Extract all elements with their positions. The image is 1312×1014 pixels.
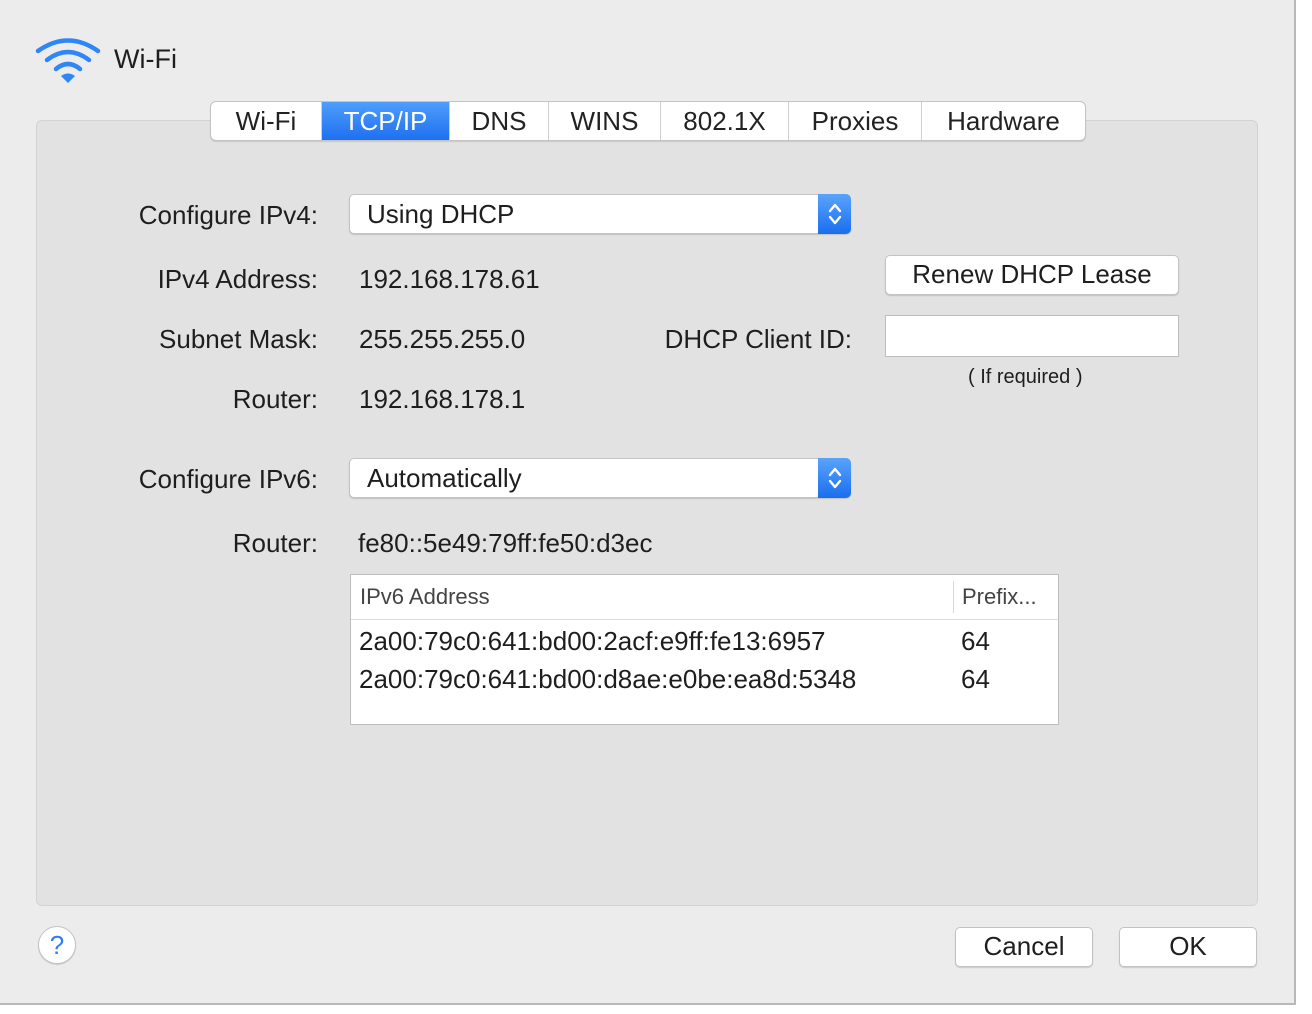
tab-tcpip[interactable]: TCP/IP [322, 102, 450, 140]
configure-ipv4-value: Using DHCP [367, 199, 515, 229]
column-divider[interactable] [953, 581, 954, 613]
ipv4-router-value: 192.168.178.1 [359, 384, 526, 414]
configure-ipv4-label: Configure IPv4: [138, 200, 318, 230]
ipv6-address-cell: 2a00:79c0:641:bd00:2acf:e9ff:fe13:6957 [359, 626, 826, 656]
subnet-mask-label: Subnet Mask: [159, 324, 318, 354]
prefix-cell: 64 [961, 626, 990, 656]
column-header-prefix[interactable]: Prefix... [962, 583, 1037, 611]
ipv6-address-cell: 2a00:79c0:641:bd00:d8ae:e0be:ea8d:5348 [359, 664, 857, 694]
tab-8021x[interactable]: 802.1X [661, 102, 789, 140]
help-button[interactable]: ? [38, 926, 76, 964]
ipv4-address-value: 192.168.178.61 [359, 264, 540, 294]
client-id-hint: ( If required ) [968, 366, 1083, 388]
tab-wifi[interactable]: Wi-Fi [211, 102, 322, 140]
content-panel [36, 120, 1258, 906]
ipv4-address-label: IPv4 Address: [157, 264, 318, 294]
wifi-icon [34, 36, 102, 86]
ipv6-address-table[interactable]: IPv6 Address Prefix... 2a00:79c0:641:bd0… [350, 574, 1059, 725]
configure-ipv6-value: Automatically [367, 463, 522, 493]
configure-ipv6-label: Configure IPv6: [138, 464, 318, 494]
configure-ipv6-popup[interactable]: Automatically [349, 458, 851, 498]
tab-hardware[interactable]: Hardware [922, 102, 1085, 140]
ipv4-router-label: Router: [232, 384, 318, 414]
renew-dhcp-lease-button[interactable]: Renew DHCP Lease [885, 255, 1179, 295]
chevron-updown-icon [818, 458, 851, 498]
ipv6-router-value: fe80::5e49:79ff:fe50:d3ec [358, 528, 653, 558]
table-header: IPv6 Address Prefix... [351, 575, 1058, 620]
tab-proxies[interactable]: Proxies [789, 102, 922, 140]
dhcp-client-id-label: DHCP Client ID: [664, 324, 852, 354]
window-title: Wi-Fi [114, 44, 177, 74]
ok-button[interactable]: OK [1119, 927, 1257, 967]
ipv6-router-label: Router: [232, 528, 318, 558]
network-settings-window: Wi-Fi Wi-Fi TCP/IP DNS WINS 802.1X Proxi… [0, 0, 1296, 1005]
cancel-button[interactable]: Cancel [955, 927, 1093, 967]
chevron-updown-icon [818, 194, 851, 234]
subnet-mask-value: 255.255.255.0 [359, 324, 526, 354]
configure-ipv4-popup[interactable]: Using DHCP [349, 194, 851, 234]
prefix-cell: 64 [961, 664, 990, 694]
tab-wins[interactable]: WINS [549, 102, 661, 140]
tab-bar: Wi-Fi TCP/IP DNS WINS 802.1X Proxies Har… [210, 101, 1086, 141]
column-header-ipv6-address[interactable]: IPv6 Address [360, 583, 490, 611]
tab-dns[interactable]: DNS [450, 102, 549, 140]
dhcp-client-id-field[interactable] [885, 315, 1179, 357]
